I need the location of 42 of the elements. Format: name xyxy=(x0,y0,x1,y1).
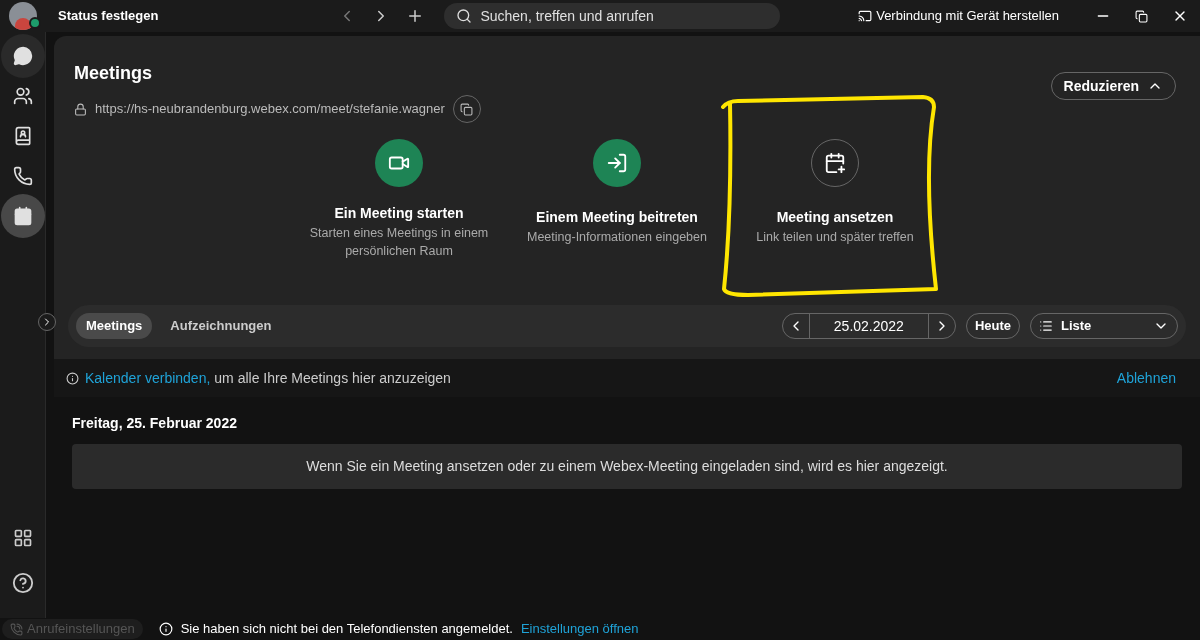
phone-icon xyxy=(12,166,33,186)
copy-icon xyxy=(460,102,474,116)
action-description: Meeting-Informationen eingeben xyxy=(526,229,708,246)
search-icon xyxy=(456,8,473,24)
banner-text: um alle Ihre Meetings hier anzuzeigen xyxy=(214,368,451,388)
action-title: Meeting ansetzen xyxy=(776,208,894,227)
day-header: Freitag, 25. Februar 2022 xyxy=(72,414,238,433)
calendar-icon xyxy=(12,206,33,226)
status-button[interactable]: Status festlegen xyxy=(58,6,159,26)
info-icon xyxy=(66,371,79,385)
restore-icon[interactable] xyxy=(1135,9,1148,23)
tab[interactable]: Aufzeichnungen xyxy=(160,313,282,339)
chat-icon xyxy=(12,46,33,66)
open-settings-link[interactable]: Einstellungen öffnen xyxy=(520,619,639,639)
dismiss-link[interactable]: Ablehnen xyxy=(1116,367,1176,389)
calendar-plus-icon xyxy=(824,152,846,174)
date-text: 25.02.2022 xyxy=(808,314,929,338)
lock-icon xyxy=(74,102,87,116)
add-apps-icon[interactable] xyxy=(12,528,33,548)
action-description: Starten eines Meetings in einem persönlichen Raum xyxy=(308,225,490,260)
empty-state-message: Wenn Sie ein Meeting ansetzen oder zu einem Webex-Meeting eingeladen sind, wird es hier angezeigt. xyxy=(72,444,1182,489)
action-description: Link teilen und später treffen xyxy=(755,229,915,246)
status-message: Sie haben sich nicht bei den Telefondiensten angemeldet. xyxy=(180,620,513,639)
list-icon xyxy=(1039,319,1053,333)
help-icon[interactable] xyxy=(11,572,34,594)
enter-icon xyxy=(606,152,628,174)
chat-nav-button[interactable] xyxy=(0,34,45,78)
search-field[interactable]: Suchen, treffen und anrufen xyxy=(444,3,781,29)
connect-calendar-link[interactable]: Kalender verbinden, xyxy=(85,367,211,389)
calendar-nav-button[interactable] xyxy=(0,194,45,238)
avatar[interactable] xyxy=(9,2,37,30)
action-title: Einem Meeting beitreten xyxy=(536,208,698,227)
connect-device-button[interactable]: Verbindung mit Gerät herstellen xyxy=(858,6,1059,26)
page-title: Meetings xyxy=(74,62,153,85)
info-icon xyxy=(158,622,173,636)
join-meeting-button[interactable] xyxy=(593,139,641,187)
phone-icon xyxy=(10,622,23,636)
action-title: Ein Meeting starten xyxy=(334,204,464,223)
teams-icon xyxy=(12,86,33,106)
start-meeting-button[interactable] xyxy=(375,139,423,187)
tab[interactable]: Meetings xyxy=(76,313,153,339)
device-icon xyxy=(858,9,873,23)
